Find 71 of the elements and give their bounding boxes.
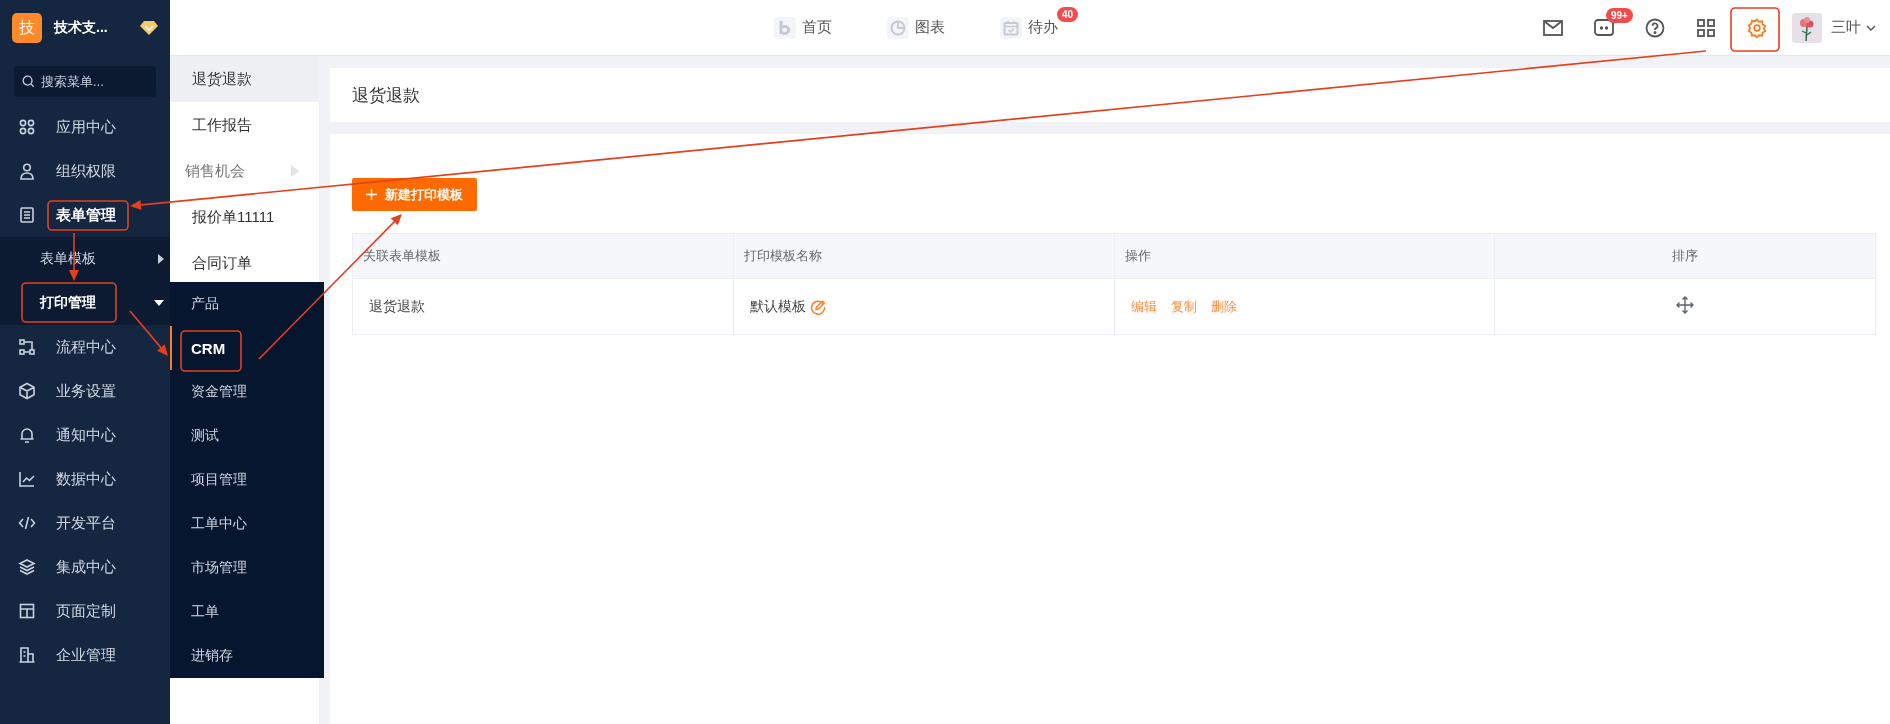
bell-icon bbox=[18, 426, 36, 444]
pie-chart-icon bbox=[890, 19, 906, 36]
flow-icon bbox=[18, 338, 36, 356]
highlight-frame bbox=[1730, 7, 1780, 52]
column-header: 排序 bbox=[1494, 233, 1876, 279]
flyout-menu-item[interactable]: 进销存 bbox=[170, 634, 324, 678]
flyout-menu-item[interactable]: 测试 bbox=[170, 414, 324, 458]
nav-item[interactable]: 组织权限 bbox=[0, 149, 170, 193]
grid-icon[interactable] bbox=[1697, 18, 1715, 37]
user-name[interactable]: 三叶 bbox=[1831, 18, 1861, 37]
caret-right-icon bbox=[158, 254, 164, 264]
organization-name[interactable]: 技术支... bbox=[54, 19, 128, 37]
column-header: 操作 bbox=[1114, 233, 1495, 279]
layout-icon bbox=[18, 602, 36, 620]
flyout-menu-item[interactable]: 资金管理 bbox=[170, 370, 324, 414]
nav-item[interactable]: 通知中心 bbox=[0, 413, 170, 457]
flyout-menu-item[interactable]: 市场管理 bbox=[170, 546, 324, 590]
form-list-item[interactable]: 工作报告 bbox=[170, 102, 319, 148]
nav-item[interactable]: 表单管理 bbox=[0, 193, 170, 237]
search-field[interactable]: 搜索菜单... bbox=[14, 66, 156, 97]
layers-icon bbox=[18, 558, 36, 576]
document-icon bbox=[18, 206, 36, 224]
caret-down-icon bbox=[154, 300, 164, 306]
count-badge: 99+ bbox=[1606, 7, 1633, 23]
apps-icon bbox=[18, 118, 36, 136]
column-header: 打印模板名称 bbox=[733, 233, 1114, 279]
page-title: 退货退款 bbox=[352, 84, 420, 107]
nav-item[interactable]: 集成中心 bbox=[0, 545, 170, 589]
edit-icon[interactable] bbox=[809, 298, 826, 315]
nav-item[interactable]: 开发平台 bbox=[0, 501, 170, 545]
message-icon[interactable] bbox=[1594, 18, 1614, 37]
code-icon bbox=[18, 514, 36, 532]
chart-icon bbox=[18, 470, 36, 488]
flyout-menu-item[interactable]: CRM bbox=[170, 326, 324, 370]
column-header: 关联表单模板 bbox=[352, 233, 734, 279]
nav-item[interactable]: 业务设置 bbox=[0, 369, 170, 413]
mail-icon[interactable] bbox=[1543, 19, 1563, 36]
chevron-down-icon[interactable] bbox=[1866, 24, 1876, 31]
nav-item[interactable]: 数据中心 bbox=[0, 457, 170, 501]
flyout-menu-item[interactable]: 工单 bbox=[170, 590, 324, 634]
building-icon bbox=[18, 646, 36, 664]
flyout-menu-item[interactable]: 项目管理 bbox=[170, 458, 324, 502]
search-icon bbox=[22, 75, 35, 88]
logo: 技 bbox=[12, 13, 42, 43]
home-icon bbox=[777, 19, 793, 36]
count-badge: 40 bbox=[1056, 6, 1078, 22]
help-icon[interactable] bbox=[1645, 17, 1665, 38]
move-icon[interactable] bbox=[1676, 296, 1695, 314]
nav-item[interactable]: 页面定制 bbox=[0, 589, 170, 633]
highlight-frame bbox=[180, 330, 242, 372]
calendar-icon bbox=[1003, 19, 1019, 36]
top-nav-link[interactable]: 待办 bbox=[1000, 16, 1058, 39]
diamond-icon bbox=[140, 20, 158, 36]
template-name: 默认模板 bbox=[749, 297, 806, 316]
form-list-item[interactable]: 报价单11111 bbox=[170, 194, 319, 240]
flyout-menu-item[interactable]: 工单中心 bbox=[170, 502, 324, 546]
form-list-item[interactable]: 退货退款 bbox=[170, 56, 319, 102]
plus-icon bbox=[366, 189, 377, 200]
top-nav-link[interactable]: 图表 bbox=[887, 16, 945, 39]
submenu-item[interactable]: 打印管理 bbox=[0, 281, 170, 325]
top-nav-link[interactable]: 首页 bbox=[774, 16, 832, 39]
settings-icon[interactable] bbox=[1747, 17, 1767, 38]
nav-item[interactable]: 企业管理 bbox=[0, 633, 170, 677]
table-cell: 退货退款 bbox=[352, 278, 734, 335]
annotation-arrow bbox=[129, 310, 168, 356]
user-icon bbox=[18, 162, 36, 180]
caret-right-icon bbox=[291, 165, 299, 177]
nav-item[interactable]: 流程中心 bbox=[0, 325, 170, 369]
cube-icon bbox=[18, 382, 36, 400]
nav-item[interactable]: 应用中心 bbox=[0, 105, 170, 149]
form-list-item[interactable]: 销售机会 bbox=[170, 148, 319, 194]
